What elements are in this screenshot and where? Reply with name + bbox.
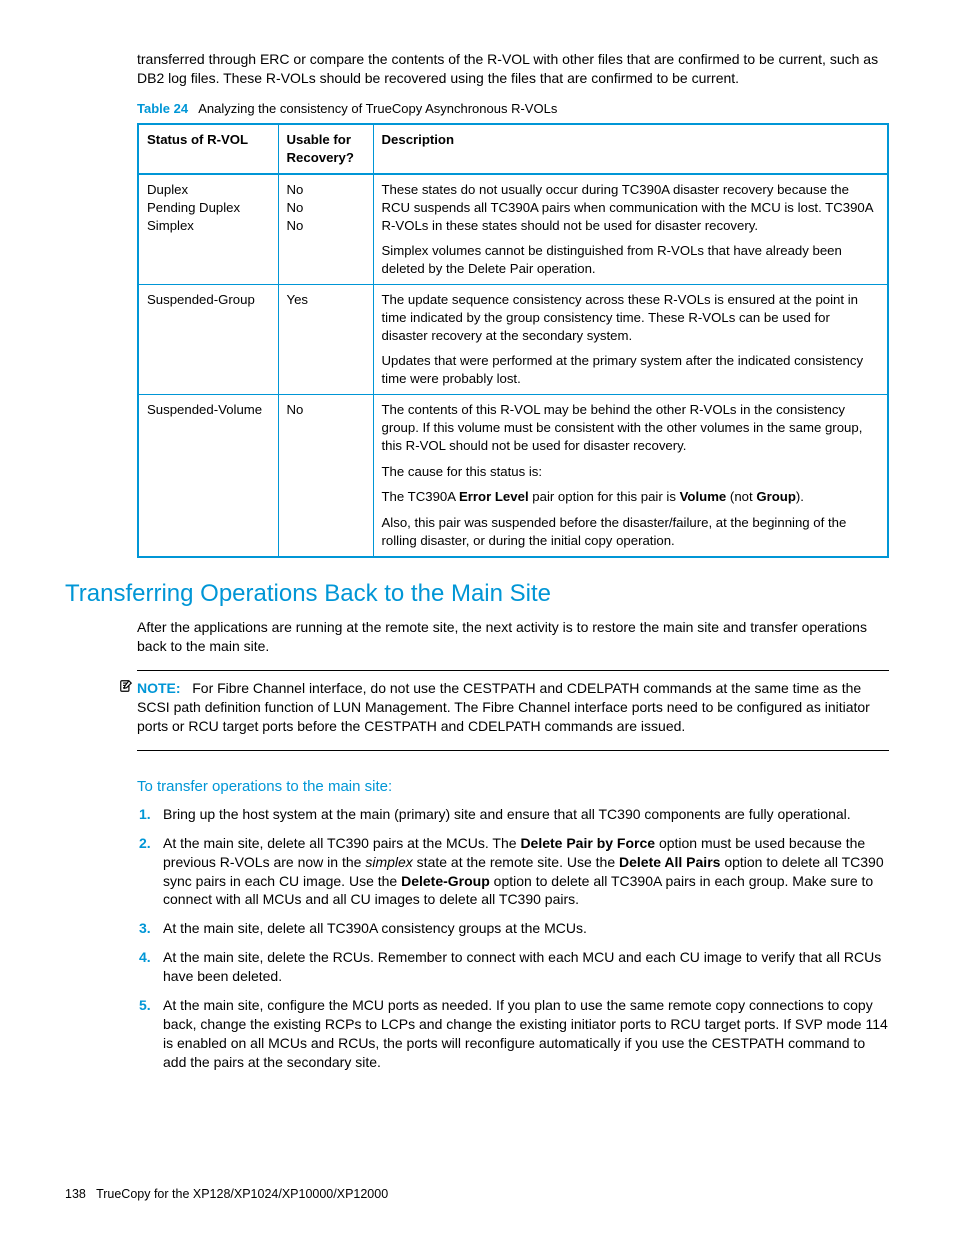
col-description: Description	[373, 124, 888, 174]
col-usable: Usable for Recovery?	[278, 124, 373, 174]
page-footer: 138 TrueCopy for the XP128/XP1024/XP1000…	[65, 1186, 388, 1203]
footer-title: TrueCopy for the XP128/XP1024/XP10000/XP…	[96, 1187, 388, 1201]
step-item: At the main site, delete all TC390 pairs…	[161, 834, 889, 910]
section-heading: Transferring Operations Back to the Main…	[65, 578, 889, 610]
section-paragraph: After the applications are running at th…	[65, 618, 889, 656]
note-text: For Fibre Channel interface, do not use …	[137, 680, 870, 734]
table-number: Table 24	[137, 101, 188, 116]
step-item: At the main site, delete the RCUs. Remem…	[161, 948, 889, 986]
cell-description: The contents of this R-VOL may be behind…	[373, 395, 888, 557]
document-page: transferred through ERC or compare the c…	[0, 0, 954, 1235]
table-row: DuplexPending DuplexSimplexNoNoNoThese s…	[138, 174, 888, 285]
cell-status: DuplexPending DuplexSimplex	[138, 174, 278, 285]
note-label: NOTE:	[137, 680, 181, 696]
note-rule-bottom	[137, 750, 889, 751]
table-caption: Table 24 Analyzing the consistency of Tr…	[65, 100, 889, 118]
procedure-heading: To transfer operations to the main site:	[137, 777, 889, 797]
cell-usable: Yes	[278, 285, 373, 395]
procedure-steps: Bring up the host system at the main (pr…	[137, 805, 889, 1072]
note-block: NOTE: For Fibre Channel interface, do no…	[65, 679, 889, 736]
table-row: Suspended-GroupYesThe update sequence co…	[138, 285, 888, 395]
step-item: Bring up the host system at the main (pr…	[161, 805, 889, 824]
table-header-row: Status of R-VOL Usable for Recovery? Des…	[138, 124, 888, 174]
cell-description: The update sequence consistency across t…	[373, 285, 888, 395]
table-title: Analyzing the consistency of TrueCopy As…	[198, 101, 557, 116]
cell-status: Suspended-Group	[138, 285, 278, 395]
page-number: 138	[65, 1187, 86, 1201]
cell-description: These states do not usually occur during…	[373, 174, 888, 285]
table-row: Suspended-VolumeNoThe contents of this R…	[138, 395, 888, 557]
col-status: Status of R-VOL	[138, 124, 278, 174]
note-icon	[119, 679, 133, 698]
intro-paragraph: transferred through ERC or compare the c…	[65, 50, 889, 88]
step-item: At the main site, configure the MCU port…	[161, 996, 889, 1072]
cell-usable: NoNoNo	[278, 174, 373, 285]
cell-usable: No	[278, 395, 373, 557]
note-rule-top	[137, 670, 889, 671]
cell-status: Suspended-Volume	[138, 395, 278, 557]
rvol-table: Status of R-VOL Usable for Recovery? Des…	[137, 123, 889, 557]
step-item: At the main site, delete all TC390A cons…	[161, 919, 889, 938]
